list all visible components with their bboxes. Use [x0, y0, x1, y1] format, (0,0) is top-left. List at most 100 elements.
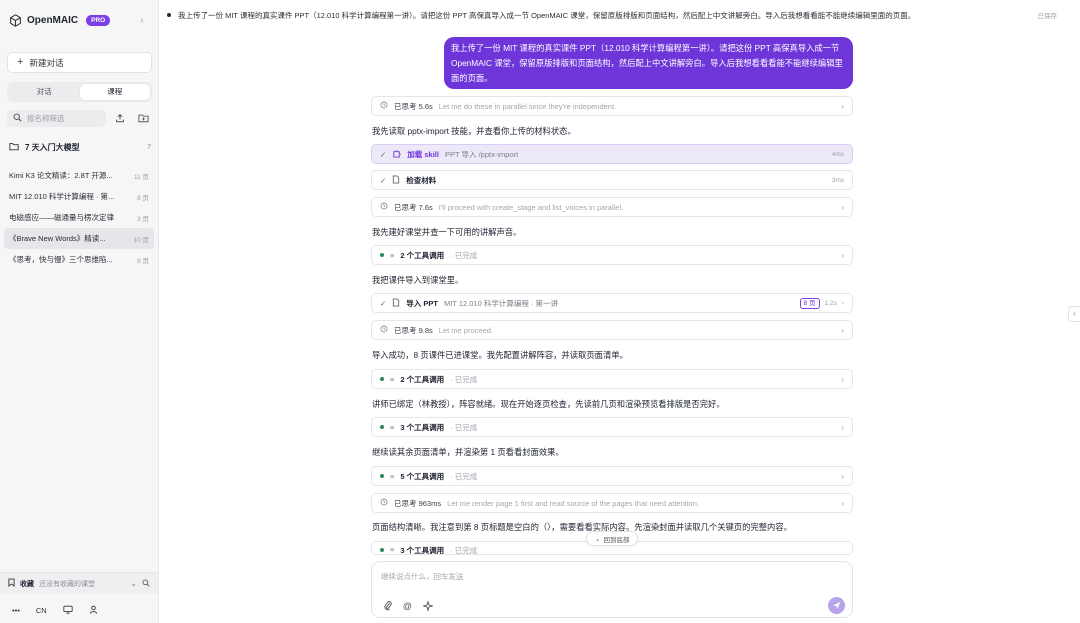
- conversation-title: 电磁感应——磁通量与楞次定律: [9, 213, 114, 222]
- user-icon[interactable]: [89, 605, 98, 616]
- sidebar: OpenMAIC PRO ‹ + 新建对话 对话 课程 7 天入门大模型 7 K…: [0, 0, 159, 623]
- mention-icon[interactable]: @: [402, 600, 413, 611]
- back-to-bottom-label: 回到底部: [603, 536, 630, 544]
- conversation-page-count: 3 页: [137, 215, 149, 223]
- thinking-block[interactable]: 已思考 9.8s Let me proceed. ›: [371, 320, 853, 340]
- chevron-down-icon[interactable]: ⌄: [130, 579, 137, 588]
- tool-detail: PPT 导入 /pptx-import: [444, 149, 519, 159]
- conversation-title: 《思考，快与慢》三个思维陷...: [9, 255, 113, 264]
- collapse-sidebar-icon[interactable]: ‹: [137, 15, 147, 27]
- search-icon[interactable]: [142, 579, 150, 589]
- sidebar-tabs: 对话 课程: [7, 82, 152, 102]
- expand-panel-icon[interactable]: ‹: [1068, 306, 1080, 322]
- favorites-hint: 还没有收藏的课堂: [39, 580, 95, 588]
- composer-placeholder: 继续说点什么，回车发送: [381, 572, 464, 581]
- conversation-page-count: 10 页: [133, 236, 149, 244]
- list-item[interactable]: MIT 12.010 科学计算编程 · 第... 8 页: [4, 186, 154, 207]
- back-to-bottom-button[interactable]: ⌄ 回到底部: [586, 531, 639, 546]
- assistant-text: 我先读取 pptx-import 技能，并查看你上传的材料状态。: [372, 126, 576, 136]
- brain-icon: [380, 202, 388, 212]
- chevron-right-icon: ›: [841, 471, 844, 481]
- brain-icon: [380, 325, 388, 335]
- thinking-text: Let me do these in parallel since they'r…: [438, 101, 617, 111]
- favorites-label: 收藏: [20, 580, 34, 588]
- conversation-list: Kimi K3 论文精读：2.8T 开源... 11 页 MIT 12.010 …: [4, 165, 154, 270]
- tool-group[interactable]: ≡ 5 个工具调用 · 已完成 ›: [371, 466, 853, 486]
- more-icon[interactable]: •••: [12, 606, 20, 615]
- document-icon: [392, 297, 400, 309]
- arrow-down-icon: ⌄: [595, 535, 601, 543]
- tool-duration: 3ms: [831, 176, 844, 184]
- thinking-block[interactable]: 已思考 963ms Let me render page 1 first and…: [371, 493, 853, 513]
- chevron-right-icon: ›: [841, 374, 844, 384]
- chevron-right-icon: ›: [841, 498, 844, 508]
- favorites-bar[interactable]: 收藏 还没有收藏的课堂 ⌄: [0, 572, 158, 594]
- new-chat-button[interactable]: + 新建对话: [7, 52, 152, 73]
- upload-icon[interactable]: [113, 111, 127, 125]
- conversation-page-count: 8 页: [137, 257, 149, 265]
- tool-name: 导入 PPT: [406, 298, 438, 308]
- conversation-header: 我上传了一份 MIT 课程的真实课件 PPT（12.010 科学计算编程第一讲）…: [159, 0, 1080, 30]
- list-item[interactable]: 《Brave New Words》精读... 10 页: [4, 228, 154, 249]
- bookmark-icon: [8, 578, 15, 589]
- tool-group-label: 2 个工具调用: [400, 250, 445, 260]
- brand-name: OpenMAIC: [27, 15, 79, 26]
- tool-call-import[interactable]: ✓ 导入 PPT MIT 12.010 科学计算编程 · 第一讲 8 页 1.2…: [371, 293, 853, 313]
- conversation-title: 我上传了一份 MIT 课程的真实课件 PPT（12.010 科学计算编程第一讲）…: [178, 10, 916, 20]
- send-button[interactable]: [828, 597, 845, 614]
- thinking-label: 已思考 9.8s: [394, 325, 433, 335]
- list-item[interactable]: Kimi K3 论文精读：2.8T 开源... 11 页: [4, 165, 154, 186]
- chevron-right-icon: ›: [841, 101, 844, 111]
- list-icon: ≡: [390, 471, 395, 481]
- check-icon: ✓: [380, 298, 387, 308]
- check-icon: ✓: [380, 175, 387, 185]
- sparkle-icon[interactable]: [422, 600, 433, 611]
- conversation-title: Kimi K3 论文精读：2.8T 开源...: [9, 171, 113, 180]
- conversation-page-count: 8 页: [137, 194, 149, 202]
- tool-group-label: 5 个工具调用: [400, 471, 445, 481]
- tool-group-status: · 已完成: [450, 374, 478, 384]
- thinking-block[interactable]: 已思考 5.6s Let me do these in parallel sin…: [371, 96, 853, 116]
- list-item[interactable]: 电磁感应——磁通量与楞次定律 3 页: [4, 207, 154, 228]
- tool-group[interactable]: ≡ 2 个工具调用 · 已完成 ›: [371, 369, 853, 389]
- send-icon: [832, 601, 841, 610]
- thinking-label: 已思考 963ms: [394, 498, 442, 508]
- tab-chat[interactable]: 对话: [9, 84, 80, 100]
- assistant-text: 我先建好课堂并查一下可用的讲解声音。: [372, 227, 522, 237]
- tool-group[interactable]: ≡ 3 个工具调用 · 已完成 ›: [371, 417, 853, 437]
- search-box: [7, 110, 106, 127]
- assistant-text: 继续读其余页面清单，并渲染第 1 页看看封面效果。: [372, 447, 564, 457]
- done-dot: [380, 474, 384, 478]
- folder-plus-icon[interactable]: [136, 111, 150, 125]
- tool-group-label: 3 个工具调用: [400, 422, 445, 432]
- bottom-toolbar: ••• CN: [0, 598, 158, 623]
- tool-group[interactable]: ≡ 2 个工具调用 · 已完成 ›: [371, 245, 853, 265]
- search-input[interactable]: [27, 114, 99, 123]
- tool-group-status: · 已完成: [450, 250, 478, 260]
- tool-duration: 1.2s: [824, 299, 837, 307]
- paperclip-icon[interactable]: [382, 600, 393, 611]
- pro-badge: PRO: [86, 15, 111, 26]
- tool-group-status: · 已完成: [450, 422, 478, 432]
- tab-course[interactable]: 课程: [79, 84, 150, 100]
- list-item[interactable]: 《思考，快与慢》三个思维陷... 8 页: [4, 249, 154, 270]
- thinking-text: Let me render page 1 first and read sour…: [447, 498, 699, 508]
- assistant-text: 我把课件导入到课堂里。: [372, 275, 464, 285]
- done-dot: [380, 253, 384, 257]
- tool-group-status: · 已完成: [450, 471, 478, 481]
- tool-group-label: 2 个工具调用: [400, 374, 445, 384]
- tool-call-check[interactable]: ✓ 检查材料 3ms: [371, 170, 853, 190]
- cube-logo-icon: [9, 14, 22, 27]
- brain-icon: [380, 498, 388, 508]
- folder-icon: [9, 142, 19, 153]
- tool-name: 检查材料: [406, 175, 437, 185]
- folder-item[interactable]: 7 天入门大模型 7: [9, 140, 151, 154]
- brand: OpenMAIC PRO: [9, 14, 111, 27]
- message-composer[interactable]: 继续说点什么，回车发送 @: [371, 561, 853, 618]
- language-toggle[interactable]: CN: [36, 606, 47, 615]
- tool-call-skill[interactable]: ✓ 加载 skill PPT 导入 /pptx-import 4ms: [371, 144, 853, 164]
- assistant-text: 页面结构清晰。我注意到第 8 页标题是空白的（），需要看看实际内容。先渲染封面并…: [372, 522, 792, 532]
- monitor-icon[interactable]: [63, 605, 73, 616]
- thinking-block[interactable]: 已思考 7.6s I'll proceed with create_stage …: [371, 197, 853, 217]
- list-icon: ≡: [390, 250, 395, 260]
